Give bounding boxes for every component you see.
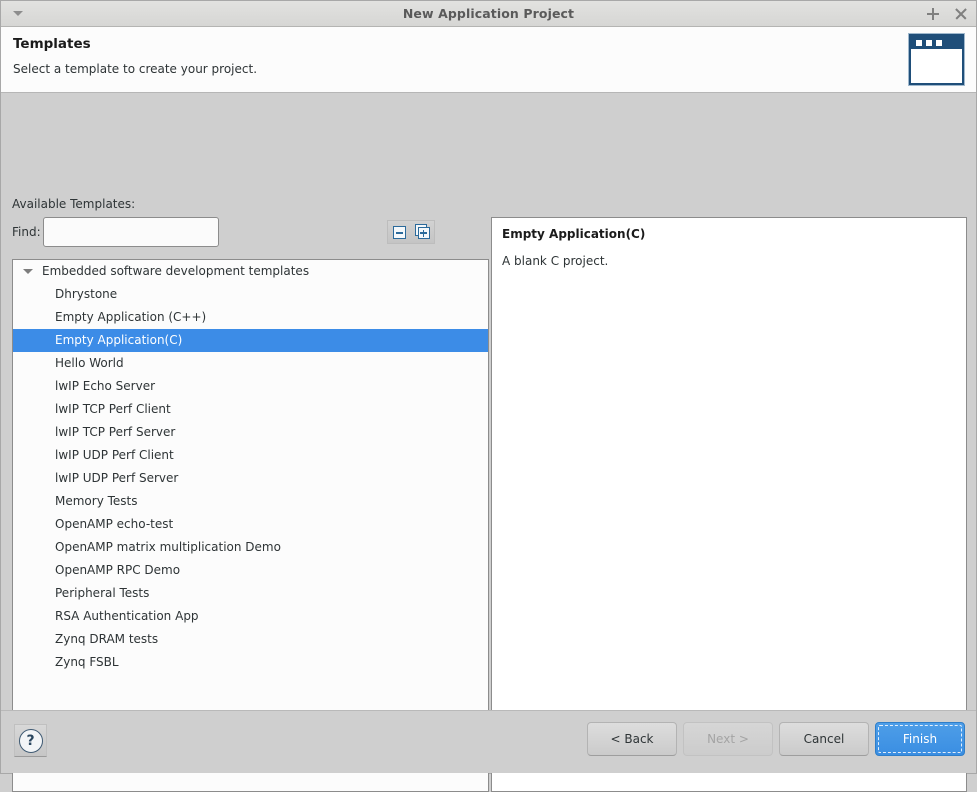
find-label: Find: [12, 225, 41, 239]
tree-item[interactable]: lwIP TCP Perf Server [13, 421, 488, 444]
dialog-footer: ? < Back Next > Cancel Finish [1, 710, 976, 773]
dialog-button-row: < Back Next > Cancel Finish [587, 722, 965, 756]
tree-item-label: Zynq FSBL [55, 651, 119, 674]
collapse-all-icon[interactable] [391, 223, 409, 241]
next-button: Next > [683, 722, 773, 756]
tree-item-label: Memory Tests [55, 490, 138, 513]
tree-item[interactable]: Peripheral Tests [13, 582, 488, 605]
new-application-project-dialog: New Application Project Templates Select… [0, 0, 977, 774]
dialog-header: Templates Select a template to create yo… [1, 27, 976, 93]
window-menu-button[interactable] [7, 1, 29, 26]
tree-item[interactable]: Hello World [13, 352, 488, 375]
tree-item-label: Empty Application(C) [55, 329, 182, 352]
tree-item[interactable]: lwIP UDP Perf Client [13, 444, 488, 467]
application-window-icon [909, 34, 964, 85]
tree-item[interactable]: lwIP Echo Server [13, 375, 488, 398]
tree-root-label: Embedded software development templates [42, 260, 309, 283]
maximize-icon[interactable] [926, 7, 940, 21]
tree-item-label: lwIP UDP Perf Client [55, 444, 174, 467]
page-title: Templates [13, 36, 964, 52]
tree-item-label: lwIP TCP Perf Client [55, 398, 171, 421]
tree-toolbar [387, 220, 435, 244]
tree-item-label: OpenAMP matrix multiplication Demo [55, 536, 281, 559]
tree-item-label: lwIP Echo Server [55, 375, 155, 398]
tree-item[interactable]: Zynq DRAM tests [13, 628, 488, 651]
tree-item[interactable]: lwIP TCP Perf Client [13, 398, 488, 421]
expanded-triangle-icon[interactable] [23, 269, 33, 274]
titlebar-controls [926, 1, 968, 26]
tree-item[interactable]: lwIP UDP Perf Server [13, 467, 488, 490]
tree-item[interactable]: Empty Application(C) [13, 329, 488, 352]
page-subtitle: Select a template to create your project… [13, 62, 964, 76]
window-title: New Application Project [403, 6, 574, 21]
close-icon[interactable] [954, 7, 968, 21]
chevron-down-icon [13, 11, 23, 16]
tree-item-label: Zynq DRAM tests [55, 628, 158, 651]
tree-item[interactable]: Empty Application (C++) [13, 306, 488, 329]
tree-item-list: DhrystoneEmpty Application (C++)Empty Ap… [13, 283, 488, 674]
titlebar: New Application Project [1, 1, 976, 27]
application-window-icon-titlebar [911, 36, 962, 49]
tree-item[interactable]: RSA Authentication App [13, 605, 488, 628]
tree-item-label: OpenAMP RPC Demo [55, 559, 180, 582]
tree-item[interactable]: Dhrystone [13, 283, 488, 306]
description-text: A blank C project. [502, 254, 956, 268]
find-input[interactable] [43, 217, 219, 247]
cancel-button[interactable]: Cancel [779, 722, 869, 756]
tree-item[interactable]: OpenAMP echo-test [13, 513, 488, 536]
help-icon: ? [19, 729, 43, 753]
tree-item-label: Peripheral Tests [55, 582, 149, 605]
tree-item[interactable]: Memory Tests [13, 490, 488, 513]
application-window-icon-dot [926, 40, 932, 46]
finish-button[interactable]: Finish [875, 722, 965, 756]
description-title: Empty Application(C) [502, 227, 956, 241]
back-button[interactable]: < Back [587, 722, 677, 756]
tree-item-label: lwIP TCP Perf Server [55, 421, 175, 444]
application-window-icon-dot [936, 40, 942, 46]
application-window-icon-dot [916, 40, 922, 46]
tree-item-label: lwIP UDP Perf Server [55, 467, 178, 490]
tree-item-label: Dhrystone [55, 283, 117, 306]
dialog-body: Available Templates: Find: Embedded soft… [1, 93, 976, 773]
expand-all-icon[interactable] [414, 223, 432, 241]
available-templates-label: Available Templates: [12, 197, 135, 211]
tree-item-label: Empty Application (C++) [55, 306, 206, 329]
tree-item-label: OpenAMP echo-test [55, 513, 173, 536]
template-description-panel: Empty Application(C) A blank C project. [491, 217, 967, 792]
tree-item[interactable]: OpenAMP RPC Demo [13, 559, 488, 582]
collapse-all-minus [396, 232, 403, 234]
tree-item[interactable]: OpenAMP matrix multiplication Demo [13, 536, 488, 559]
tree-item-label: RSA Authentication App [55, 605, 199, 628]
tree-item[interactable]: Zynq FSBL [13, 651, 488, 674]
help-button[interactable]: ? [14, 724, 47, 757]
tree-item-label: Hello World [55, 352, 124, 375]
expand-all-plus-v [423, 230, 425, 237]
tree-root-node[interactable]: Embedded software development templates [13, 260, 488, 283]
